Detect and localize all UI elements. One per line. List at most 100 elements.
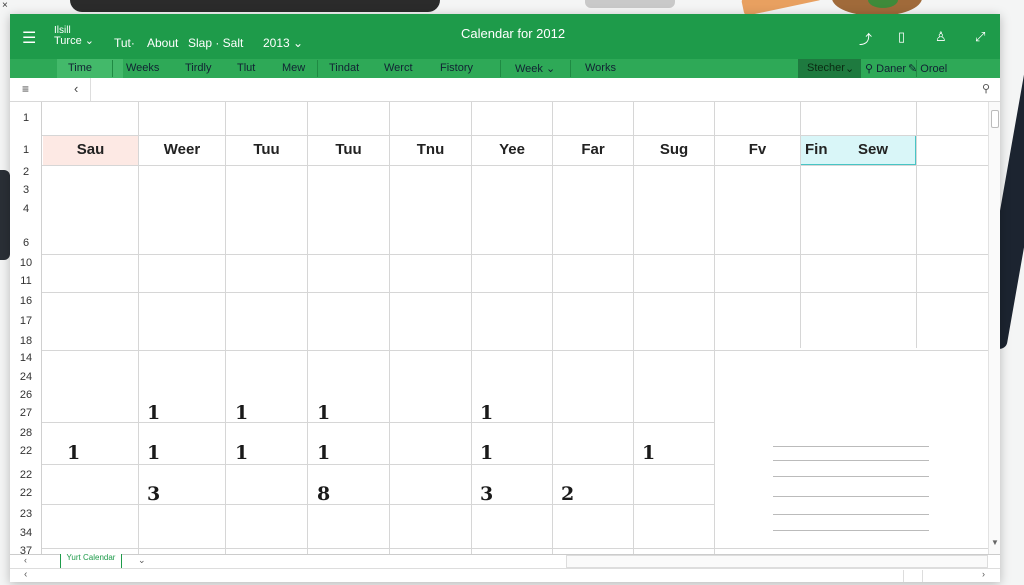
row-line <box>42 504 714 505</box>
formula-bar: ≡ ‹ ⚲ <box>10 78 1000 102</box>
divider <box>922 570 923 582</box>
expand-icon[interactable]: ⤢ <box>975 29 985 45</box>
ribbon-item-time[interactable]: Time <box>68 62 92 74</box>
row-line <box>42 292 988 293</box>
divider <box>570 60 571 77</box>
row-number: 10 <box>19 257 33 269</box>
ribbon-item-tirdly[interactable]: Tirdly <box>185 62 211 74</box>
row-number: 26 <box>19 389 33 401</box>
day-number[interactable]: 1 <box>480 402 493 424</box>
day-header: Tuu <box>335 141 362 158</box>
row-number: 22 <box>19 469 33 481</box>
laptop-edge <box>70 0 440 12</box>
workbook-group[interactable]: Ilsill Turce ⌄ <box>54 25 94 47</box>
other-button[interactable]: ✎ Oroel <box>908 62 947 75</box>
row-number: 3 <box>22 184 30 196</box>
row-number: 22 <box>19 445 33 457</box>
ribbon-item-fistory[interactable]: Fistory <box>440 62 473 74</box>
delete-label: Daner <box>876 63 907 75</box>
day-header: Sew <box>858 141 889 158</box>
row-number: 11 <box>20 275 32 287</box>
day-number[interactable]: 3 <box>480 483 493 505</box>
vertical-scrollbar[interactable]: ▼ <box>988 102 1000 554</box>
row-number: 27 <box>19 407 33 419</box>
ribbon-item-works[interactable]: Works <box>585 62 616 74</box>
row-number: 2 <box>22 166 30 178</box>
scroll-thumb[interactable] <box>991 110 999 128</box>
spreadsheet-window: ☰ Ilsill Turce ⌄ Tut· About Slap · Salt … <box>10 14 1000 582</box>
day-header: Fin <box>805 141 828 158</box>
day-number[interactable]: 8 <box>317 483 330 505</box>
day-number[interactable]: 1 <box>642 442 655 464</box>
ribbon: Time Weeks Tirdly Tlut Mew Tindat Werct … <box>10 59 1000 78</box>
day-header: Far <box>581 141 605 158</box>
day-number[interactable]: 1 <box>235 402 248 424</box>
day-number[interactable]: 1 <box>147 442 160 464</box>
day-number[interactable]: 1 <box>317 402 330 424</box>
day-number[interactable]: 1 <box>480 442 493 464</box>
divider <box>500 60 501 77</box>
chevron-right-icon[interactable]: › <box>982 569 985 579</box>
ribbon-item-weeks[interactable]: Weeks <box>126 62 159 74</box>
day-number[interactable]: 3 <box>147 483 160 505</box>
ribbon-item-werct[interactable]: Werct <box>384 62 413 74</box>
menu-year[interactable]: 2013 ⌄ <box>263 36 303 50</box>
status-bar: ‹ › <box>10 568 1000 582</box>
horizontal-scrollbar[interactable] <box>566 555 988 568</box>
note-line <box>773 514 929 515</box>
menu-about[interactable]: About <box>147 36 178 50</box>
tablet-decor <box>0 170 10 260</box>
calendar-grid: 1 1 2 3 4 6 10 11 16 17 18 14 24 26 27 2… <box>10 102 988 557</box>
menu-slap-salt[interactable]: Slap · Salt <box>188 36 243 50</box>
delete-button[interactable]: ⚲ Daner <box>865 62 906 75</box>
row-number: 23 <box>19 508 33 520</box>
close-icon[interactable]: × <box>2 0 8 11</box>
menu-icon[interactable]: ☰ <box>22 28 36 48</box>
row-number: 18 <box>19 335 33 347</box>
row-line <box>42 254 988 255</box>
share-icon[interactable]: ⤴ <box>859 29 872 48</box>
day-number[interactable]: 1 <box>235 442 248 464</box>
ribbon-item-mew[interactable]: Mew <box>282 62 305 74</box>
day-header: Tuu <box>253 141 280 158</box>
ribbon-item-tlut[interactable]: Tlut <box>237 62 255 74</box>
document-icon[interactable]: ▯ <box>898 29 905 45</box>
day-number[interactable]: 2 <box>561 483 574 505</box>
row-number: 6 <box>22 237 30 249</box>
search-icon[interactable]: ⚲ <box>982 82 990 95</box>
hamburger-icon[interactable]: ≡ <box>22 82 29 96</box>
chevron-left-icon[interactable]: ‹ <box>24 569 27 580</box>
pen-icon: ✎ <box>908 63 918 75</box>
column-line <box>633 102 634 554</box>
day-header: Fv <box>748 141 767 158</box>
scroll-down-icon[interactable]: ▼ <box>991 538 999 547</box>
chevron-left-icon[interactable]: ‹ <box>24 555 27 565</box>
week-label: Week <box>515 63 543 75</box>
chevron-down-icon[interactable]: ⌄ <box>138 555 146 566</box>
menu-tut[interactable]: Tut· <box>114 36 135 50</box>
chevron-left-icon[interactable]: ‹ <box>74 81 78 96</box>
day-number[interactable]: 1 <box>67 442 80 464</box>
day-header: Weer <box>163 141 201 158</box>
selector-dropdown[interactable]: Stecher ⌄ <box>798 59 861 78</box>
day-header: Sau <box>76 141 105 158</box>
row-number: 14 <box>19 352 33 364</box>
chevron-down-icon: ⌄ <box>293 36 304 50</box>
note-line <box>773 496 929 497</box>
column-line <box>552 102 553 554</box>
note-line <box>773 476 929 477</box>
trash-icon: ⚲ <box>865 63 874 75</box>
ribbon-item-tindat[interactable]: Tindat <box>329 62 359 74</box>
day-number[interactable]: 1 <box>317 442 330 464</box>
row-number: 4 <box>22 203 30 215</box>
row-number: 34 <box>19 527 33 539</box>
user-icon[interactable]: ♙ <box>935 29 947 45</box>
divider <box>317 60 318 77</box>
divider <box>112 60 113 77</box>
chevron-down-icon: ⌄ <box>845 63 855 75</box>
ribbon-item-week[interactable]: Week ⌄ <box>515 62 555 75</box>
column-line <box>471 102 472 554</box>
column-line <box>714 102 715 554</box>
day-number[interactable]: 1 <box>147 402 160 424</box>
row-number: 28 <box>19 427 33 439</box>
